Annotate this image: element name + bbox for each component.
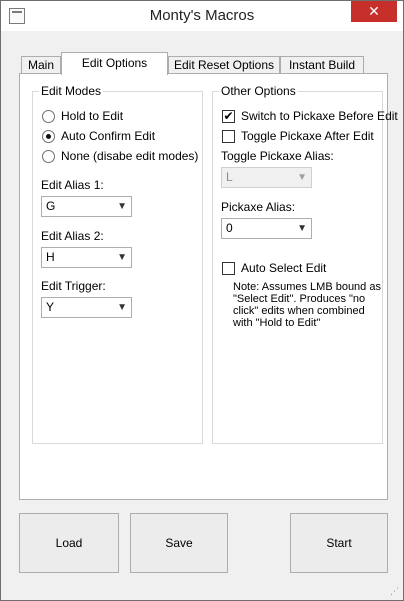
title-bar[interactable]: Monty's Macros ✕: [1, 1, 403, 31]
radio-label: None (disabe edit modes): [61, 149, 199, 163]
radio-label: Hold to Edit: [61, 109, 124, 123]
select-value: L: [226, 170, 233, 184]
load-button[interactable]: Load: [19, 513, 119, 573]
auto-select-note: Note: Assumes LMB bound as "Select Edit"…: [233, 281, 383, 329]
toggle-pickaxe-alias-label: Toggle Pickaxe Alias:: [221, 149, 334, 163]
window-title: Monty's Macros: [149, 7, 255, 24]
check-icon[interactable]: ✔: [222, 109, 235, 123]
select-value: 0: [226, 221, 233, 235]
radio-label: Auto Confirm Edit: [61, 129, 156, 143]
radio-hold-to-edit[interactable]: Hold to Edit: [42, 108, 123, 124]
chevron-down-icon: ▼: [297, 223, 307, 234]
tab-instant-build[interactable]: Instant Build: [280, 56, 364, 74]
radio-button-selected[interactable]: [42, 129, 55, 143]
save-button[interactable]: Save: [130, 513, 228, 573]
checkbox-label: Toggle Pickaxe After Edit: [241, 129, 374, 143]
select-value: Y: [46, 300, 55, 314]
edit-modes-group: Edit Modes Hold to Edit Auto Confirm Edi…: [32, 84, 203, 444]
app-window: Monty's Macros ✕ Main Edit Options Edit …: [0, 0, 404, 601]
edit-alias-1-label: Edit Alias 1:: [41, 178, 104, 192]
resize-grip-icon[interactable]: ⋰: [390, 586, 399, 597]
close-button[interactable]: ✕: [351, 1, 397, 22]
checkbox-label: Auto Select Edit: [241, 261, 327, 275]
radio-auto-confirm-edit[interactable]: Auto Confirm Edit: [42, 128, 155, 144]
note-line: Note: Assumes LMB bound as: [233, 281, 381, 293]
checkbox-auto-select-edit[interactable]: Auto Select Edit: [222, 260, 326, 276]
pickaxe-alias-label: Pickaxe Alias:: [221, 200, 296, 214]
checkbox[interactable]: [222, 129, 235, 143]
note-line: "Select Edit". Produces "no: [233, 293, 366, 305]
pickaxe-alias-select[interactable]: 0 ▼: [221, 218, 312, 239]
edit-alias-2-select[interactable]: H ▼: [41, 247, 132, 268]
other-options-group: Other Options ✔ Switch to Pickaxe Before…: [212, 84, 398, 444]
checkbox-switch-to-pickaxe[interactable]: ✔ Switch to Pickaxe Before Edit: [222, 108, 398, 124]
chevron-down-icon: ▼: [117, 252, 127, 263]
chevron-down-icon: ▼: [117, 302, 127, 313]
checkbox-label: Switch to Pickaxe Before Edit: [241, 109, 398, 123]
note-line: click" edits when combined: [233, 305, 365, 317]
toggle-pickaxe-alias-select: L ▼: [221, 167, 312, 188]
radio-button[interactable]: [42, 149, 55, 163]
tab-main[interactable]: Main: [21, 56, 61, 74]
select-value: G: [46, 199, 56, 213]
chevron-down-icon: ▼: [297, 172, 307, 183]
tab-edit-reset-options[interactable]: Edit Reset Options: [168, 56, 280, 74]
edit-alias-2-label: Edit Alias 2:: [41, 229, 104, 243]
tab-edit-options[interactable]: Edit Options: [61, 52, 168, 75]
edit-trigger-label: Edit Trigger:: [41, 279, 106, 293]
edit-options-panel: Edit Modes Hold to Edit Auto Confirm Edi…: [19, 73, 398, 500]
radio-none[interactable]: None (disabe edit modes): [42, 148, 198, 164]
chevron-down-icon: ▼: [117, 201, 127, 212]
radio-button[interactable]: [42, 109, 55, 123]
select-value: H: [46, 250, 55, 264]
edit-modes-title: Edit Modes: [39, 84, 104, 98]
checkbox-toggle-pickaxe[interactable]: Toggle Pickaxe After Edit: [222, 128, 374, 144]
edit-trigger-select[interactable]: Y ▼: [41, 297, 132, 318]
start-button[interactable]: Start: [290, 513, 388, 573]
other-options-title: Other Options: [219, 84, 298, 98]
edit-alias-1-select[interactable]: G ▼: [41, 196, 132, 217]
checkbox[interactable]: [222, 261, 235, 275]
note-line: with "Hold to Edit": [233, 317, 321, 329]
